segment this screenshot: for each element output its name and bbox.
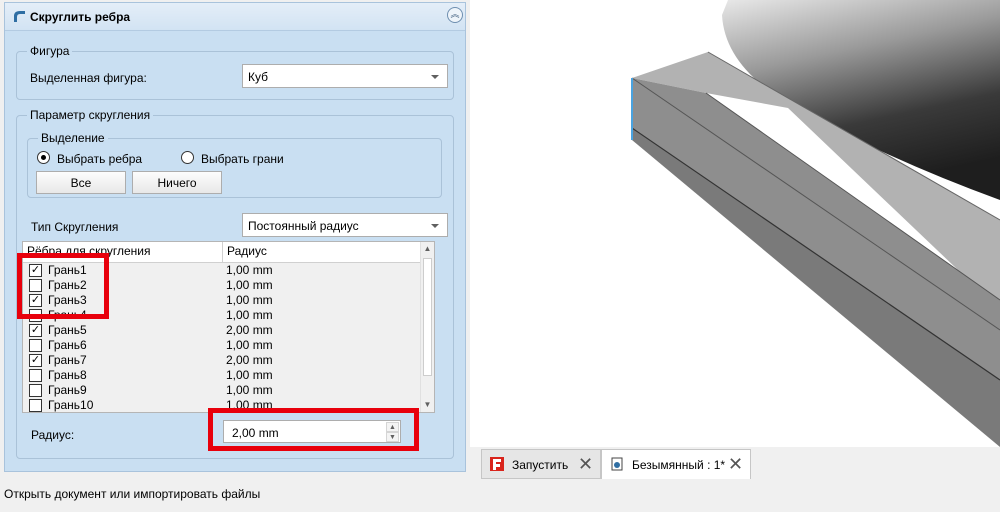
table-scrollbar[interactable]: ▲ ▼	[420, 242, 434, 412]
selection-group: Выделение Выбрать ребра Выбрать грани Вс…	[27, 131, 442, 198]
edge-name: Грань1	[48, 263, 87, 277]
collapse-icon[interactable]: ︽	[447, 7, 463, 23]
radius-value[interactable]: 2,00 mm	[232, 426, 279, 440]
table-row[interactable]: Грань8 1,00 mm	[23, 368, 421, 383]
radius-spinbox[interactable]: 2,00 mm ▲ ▼	[223, 420, 401, 443]
fillet-type-value: Постоянный радиус	[248, 219, 359, 233]
chevron-down-icon	[431, 224, 439, 228]
table-row[interactable]: Грань4 1,00 mm	[23, 308, 421, 323]
tab-start[interactable]: Запустить ✕	[481, 449, 601, 479]
3d-viewport[interactable]	[470, 0, 1000, 447]
table-row[interactable]: ✓ Грань7 2,00 mm	[23, 353, 421, 368]
close-icon[interactable]: ✕	[728, 454, 743, 475]
row-checkbox[interactable]	[29, 399, 42, 412]
table-row[interactable]: ✓ Грань3 1,00 mm	[23, 293, 421, 308]
radio-select-faces[interactable]	[181, 151, 194, 164]
edge-radius[interactable]: 1,00 mm	[226, 263, 273, 278]
select-none-button[interactable]: Ничего	[132, 171, 222, 194]
tab-label: Запустить	[512, 458, 569, 472]
select-all-button[interactable]: Все	[36, 171, 126, 194]
tab-label: Безымянный : 1*	[632, 458, 726, 472]
row-checkbox[interactable]	[29, 309, 42, 322]
table-row[interactable]: Грань6 1,00 mm	[23, 338, 421, 353]
table-row[interactable]: ✓ Грань5 2,00 mm	[23, 323, 421, 338]
column-header-edges[interactable]: Рёбра для скругления	[23, 242, 223, 263]
radius-label: Радиус:	[31, 428, 75, 442]
edge-radius[interactable]: 1,00 mm	[226, 398, 273, 412]
edge-radius[interactable]: 1,00 mm	[226, 308, 273, 323]
edge-name: Грань2	[48, 278, 87, 292]
edge-radius[interactable]: 1,00 mm	[226, 383, 273, 398]
edges-rows: ✓ Грань1 1,00 mm Грань2 1,00 mm ✓ Грань3 1,00…	[23, 263, 421, 412]
document-icon	[609, 456, 625, 475]
radio-select-edges[interactable]	[37, 151, 50, 164]
shape-group: Фигура Выделенная фигура: Куб	[16, 44, 454, 100]
radio-select-faces-label[interactable]: Выбрать грани	[201, 152, 284, 166]
selected-shape-combo[interactable]: Куб	[242, 64, 448, 88]
edge-radius[interactable]: 1,00 mm	[226, 338, 273, 353]
edge-name: Грань9	[48, 383, 87, 397]
row-checkbox[interactable]	[29, 369, 42, 382]
selected-shape-label: Выделенная фигура:	[30, 71, 147, 85]
table-row[interactable]: Грань9 1,00 mm	[23, 383, 421, 398]
edge-name: Грань7	[48, 353, 87, 367]
document-tabbar: Запустить ✕ Безымянный : 1* ✕	[470, 447, 1000, 479]
fillet-params-title: Параметр скругления	[27, 108, 154, 122]
row-checkbox[interactable]: ✓	[29, 264, 42, 277]
shape-group-title: Фигура	[27, 44, 73, 58]
row-checkbox[interactable]	[29, 279, 42, 292]
row-checkbox[interactable]: ✓	[29, 294, 42, 307]
edges-table: Рёбра для скругления Радиус ✓ Грань1 1,00 …	[22, 241, 435, 413]
table-row[interactable]: Грань2 1,00 mm	[23, 278, 421, 293]
edge-radius[interactable]: 1,00 mm	[226, 293, 273, 308]
scroll-up-icon[interactable]: ▲	[421, 242, 434, 256]
row-checkbox[interactable]	[29, 384, 42, 397]
radio-select-edges-label[interactable]: Выбрать ребра	[57, 152, 142, 166]
table-row[interactable]: ✓ Грань1 1,00 mm	[23, 263, 421, 278]
chevron-down-icon	[431, 75, 439, 79]
row-checkbox[interactable]: ✓	[29, 354, 42, 367]
spin-up-icon[interactable]: ▲	[386, 422, 399, 432]
row-checkbox[interactable]: ✓	[29, 324, 42, 337]
fillet-type-combo[interactable]: Постоянный радиус	[242, 213, 448, 237]
scroll-down-icon[interactable]: ▼	[421, 398, 434, 412]
edge-name: Грань6	[48, 338, 87, 352]
edge-name: Грань3	[48, 293, 87, 307]
panel-header: Скруглить ребра ︽	[5, 3, 465, 31]
edge-name: Грань4	[48, 308, 87, 322]
tab-document[interactable]: Безымянный : 1* ✕	[601, 449, 751, 479]
close-icon[interactable]: ✕	[578, 454, 593, 475]
row-checkbox[interactable]	[29, 339, 42, 352]
panel-title: Скруглить ребра	[30, 10, 131, 24]
freecad-logo-icon	[489, 456, 505, 475]
selected-shape-value: Куб	[248, 70, 268, 84]
edge-radius[interactable]: 2,00 mm	[226, 353, 273, 368]
edge-radius[interactable]: 1,00 mm	[226, 278, 273, 293]
fillet-icon	[11, 8, 27, 27]
status-bar: Открыть документ или импортировать файлы	[4, 487, 261, 501]
edge-name: Грань5	[48, 323, 87, 337]
selection-group-title: Выделение	[38, 131, 108, 145]
table-row[interactable]: Грань10 1,00 mm	[23, 398, 421, 412]
edge-radius[interactable]: 1,00 mm	[226, 368, 273, 383]
spin-down-icon[interactable]: ▼	[386, 432, 399, 442]
fillet-type-label: Тип Скругления	[31, 220, 119, 234]
edge-name: Грань8	[48, 368, 87, 382]
edge-name: Грань10	[48, 398, 94, 412]
scroll-thumb[interactable]	[423, 258, 432, 376]
column-header-radius[interactable]: Радиус	[223, 242, 421, 263]
task-panel: Скруглить ребра ︽ Фигура Выделенная фигу…	[4, 2, 466, 472]
model-render	[631, 0, 1000, 447]
edge-radius[interactable]: 2,00 mm	[226, 323, 273, 338]
